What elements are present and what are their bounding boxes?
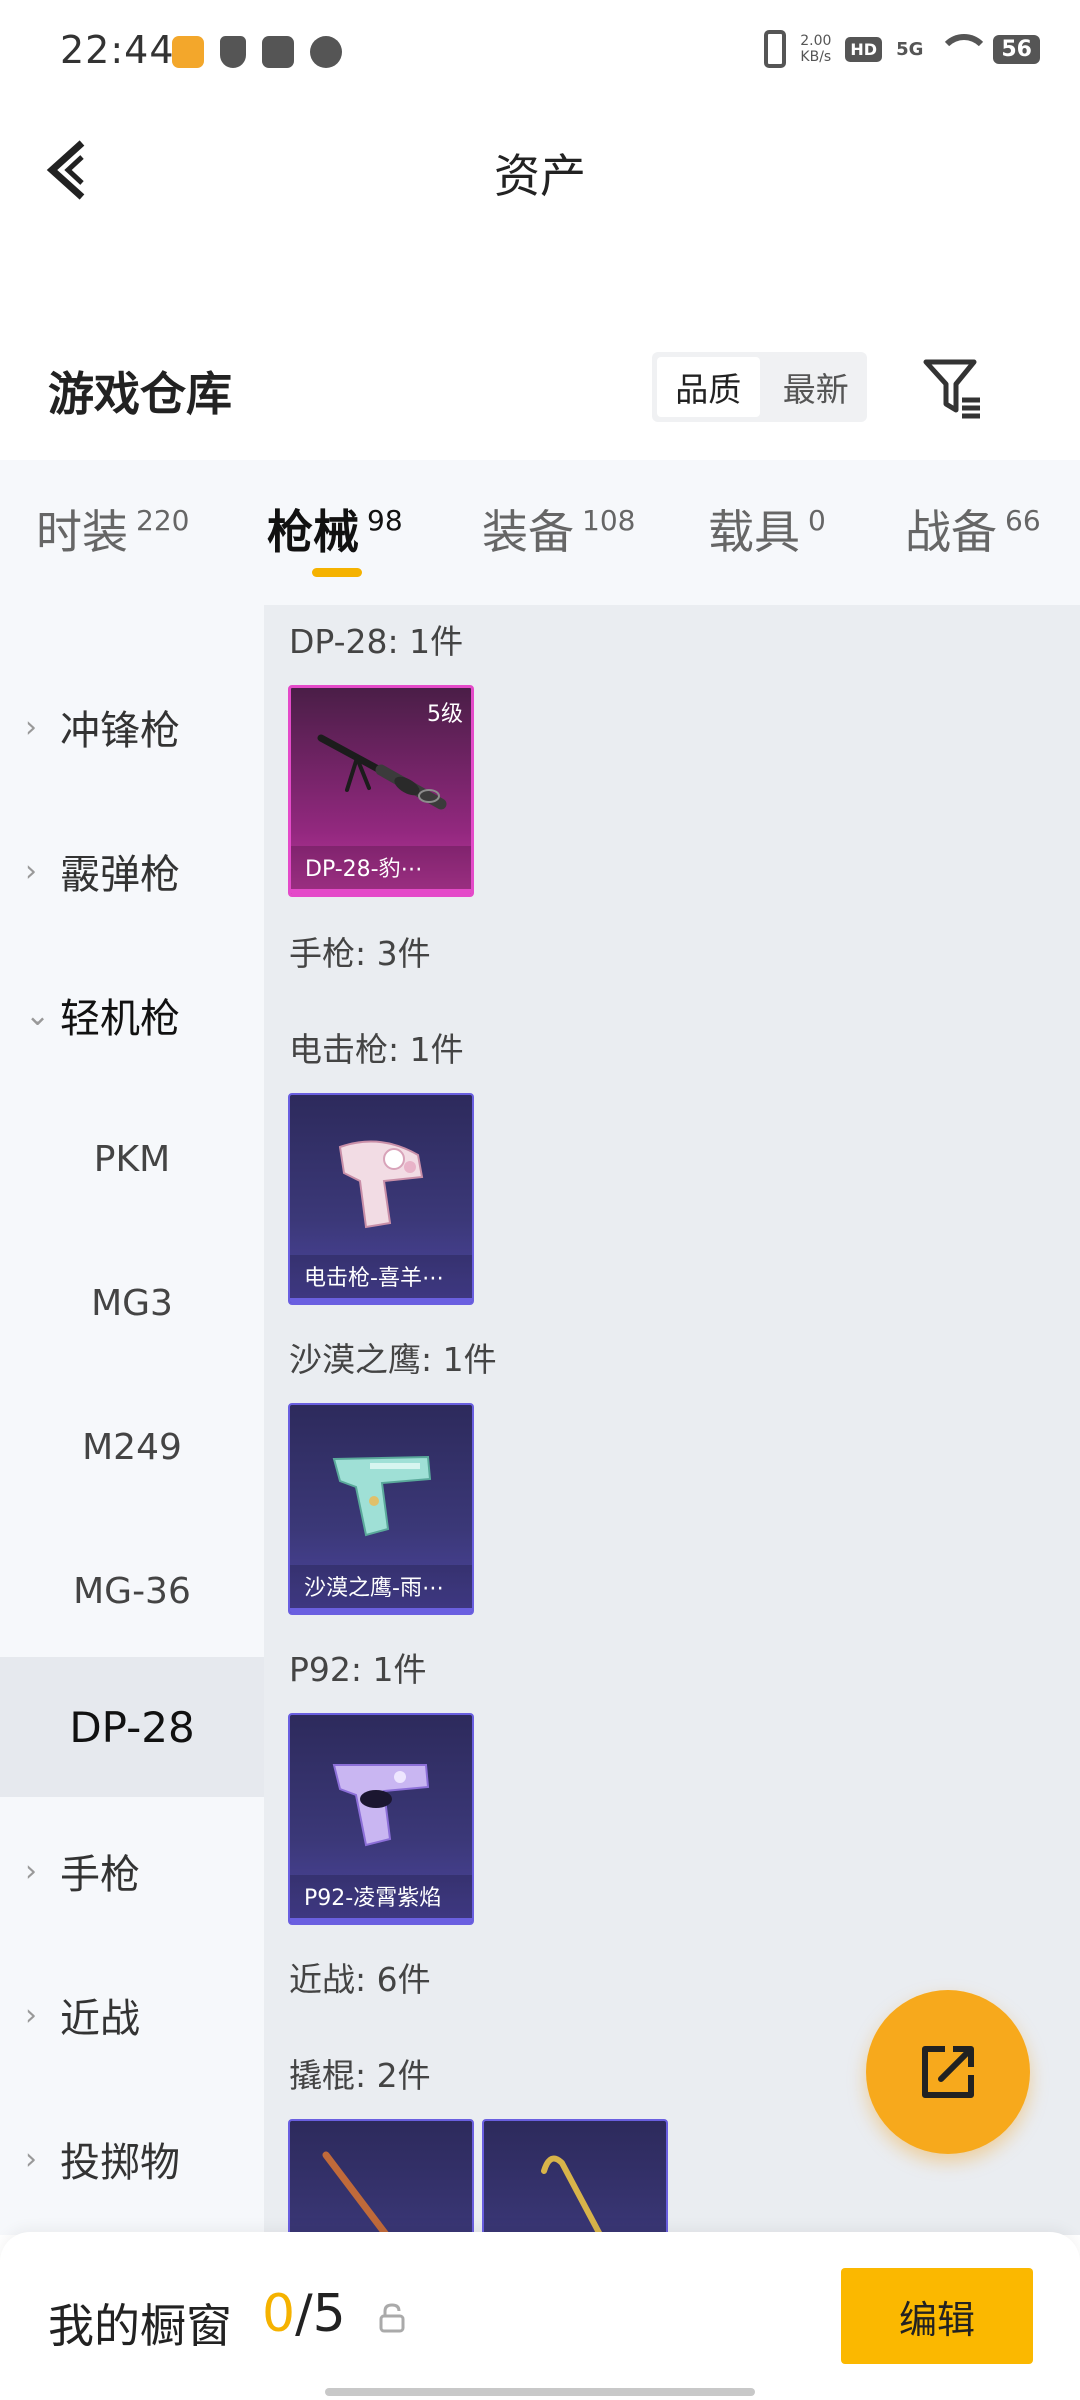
weapon-card-desert-eagle[interactable]: 沙漠之鹰-雨⋯ [288,1403,474,1615]
sort-option-quality[interactable]: 品质 [657,357,760,417]
crowbar-icon [322,2151,391,2235]
weapon-card-name: 沙漠之鹰-雨⋯ [290,1565,472,1613]
pistol-icon [332,1764,430,1847]
sidebar-item-pistol[interactable]: › 手枪 [0,1801,264,1941]
weapon-card-name: P92-凌霄紫焰 [290,1875,472,1923]
active-tab-indicator [312,568,362,577]
sidebar-item-throwable[interactable]: › 投掷物 [0,2089,264,2229]
signal-5g-icon: 5G [896,38,924,60]
battery-icon: 56 [993,34,1040,64]
weapon-card-stun-gun[interactable]: 电击枪-喜羊⋯ [288,1093,474,1305]
lock-icon [379,2303,405,2333]
status-bar: 22:44 2.00 KB/s HD 5G 56 [0,0,1080,100]
weapon-card-dp28[interactable]: 5级 DP-28-豹⋯ [288,685,474,897]
tab-count: 98 [367,504,403,537]
tab-gear[interactable]: 装备 108 [482,496,635,562]
group-label-melee: 近战: 6件 [289,1960,431,1999]
vibrate-icon [764,30,787,68]
sidebar-subitem-dp28[interactable]: DP-28 [0,1657,264,1797]
group-label-pistols: 手枪: 3件 [289,934,431,973]
app-notification-icon [172,36,204,68]
shield-icon [220,36,246,68]
chevron-right-icon: › [25,1853,37,1889]
chevron-right-icon: › [25,2141,37,2177]
status-system-icons: 2.00 KB/s HD 5G 56 [764,30,1040,68]
chevron-right-icon: › [25,709,37,745]
sort-toggle: 品质 最新 [652,352,867,422]
tab-vehicles[interactable]: 载具 0 [708,496,826,562]
filter-button[interactable] [920,354,986,420]
warehouse-title: 游戏仓库 [48,367,232,421]
weapon-category-sidebar: › 冲锋枪 › 霰弹枪 ⌄ 轻机枪 PKM MG3 M249 MG-36 DP-… [0,605,264,2235]
tab-count: 0 [808,504,826,537]
chevron-down-icon: ⌄ [25,997,51,1033]
group-label-dp28: DP-28: 1件 [289,622,464,661]
sort-option-newest[interactable]: 最新 [765,352,868,422]
tab-firearms[interactable]: 枪械 98 [267,496,403,562]
weapon-card-crowbar[interactable] [288,2119,474,2235]
sidebar-item-melee[interactable]: › 近战 [0,1945,264,2085]
weapon-card-name: DP-28-豹⋯ [291,846,471,894]
filter-icon [923,359,980,419]
group-label-stun-gun: 电击枪: 1件 [289,1030,464,1069]
status-notification-icons [172,36,342,68]
chevron-right-icon: › [25,853,37,889]
sidebar-subitem-mg36[interactable]: MG-36 [0,1521,264,1661]
tab-count: 108 [582,504,636,537]
showcase-label: 我的橱窗 [48,2299,232,2353]
wifi-icon [937,34,992,64]
nav-bar: 资产 [0,100,1080,240]
stun-gun-icon [338,1140,424,1229]
home-indicator[interactable] [325,2388,755,2396]
chat-icon [310,36,342,68]
page-title: 资产 [494,149,586,203]
network-speed: 2.00 KB/s [800,33,832,65]
share-button[interactable] [866,1990,1030,2154]
weapon-card-crowbar[interactable] [482,2119,668,2235]
crowbar-icon [541,2155,604,2235]
tab-count: 220 [136,504,190,537]
tab-supplies[interactable]: 战备 66 [905,496,1041,562]
group-label-desert-eagle: 沙漠之鹰: 1件 [289,1340,497,1379]
status-time: 22:44 [60,28,175,72]
share-icon [922,2046,974,2098]
group-label-crowbar: 撬棍: 2件 [289,2056,431,2095]
sidebar-item-shotgun[interactable]: › 霰弹枪 [0,801,264,941]
chevron-right-icon: › [25,1997,37,2033]
category-tabs: 时装 220 枪械 98 装备 108 载具 0 战备 66 [0,460,1080,605]
group-label-p92: P92: 1件 [289,1650,427,1689]
warehouse-header: 游戏仓库 品质 最新 [0,330,1080,450]
pistol-icon [332,1455,432,1537]
edit-button[interactable]: 编辑 [841,2268,1033,2364]
showcase-bar: 我的橱窗 0/5 编辑 [0,2232,1080,2400]
sidebar-item-lmg[interactable]: ⌄ 轻机枪 [0,945,264,1085]
weapon-card-name: 电击枪-喜羊⋯ [290,1255,472,1303]
tab-count: 66 [1005,504,1041,537]
tab-outfits[interactable]: 时装 220 [36,496,189,562]
hd-icon: HD [845,36,883,62]
showcase-count: 0/5 [262,2284,346,2344]
sidebar-item-smg[interactable]: › 冲锋枪 [0,657,264,797]
sidebar-subitem-m249[interactable]: M249 [0,1377,264,1517]
weapon-card-p92[interactable]: P92-凌霄紫焰 [288,1713,474,1925]
bag-icon [262,36,294,68]
sidebar-subitem-mg3[interactable]: MG3 [0,1233,264,1373]
sidebar-subitem-pkm[interactable]: PKM [0,1089,264,1229]
weapon-level-badge: 5级 [427,702,463,727]
